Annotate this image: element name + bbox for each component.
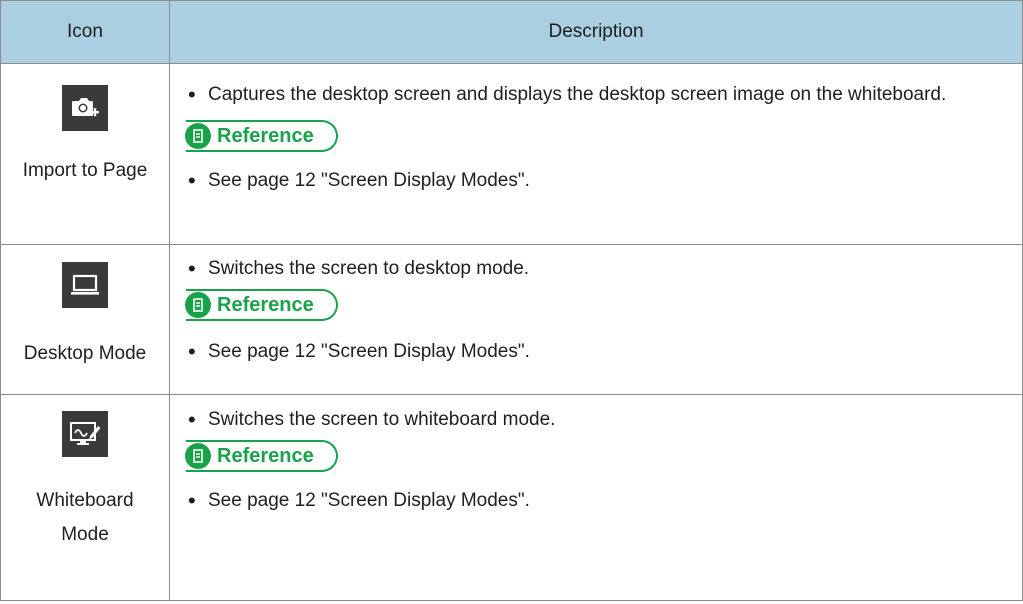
description-text: Captures the desktop screen and displays… (208, 84, 947, 105)
reference-badge: Reference (185, 289, 338, 321)
reference-badge: Reference (185, 440, 338, 472)
description-bullet: • Switches the screen to whiteboard mode… (188, 403, 1022, 436)
icon-label: Import to Page (22, 160, 148, 181)
reference-bullet: • See page 12 "Screen Display Modes". (188, 484, 1022, 517)
table-header-row: Icon Description (0, 0, 1023, 64)
reference-label: Reference (217, 293, 314, 316)
icon-cell: Whiteboard Mode (0, 394, 170, 601)
icon-label-line-2: Mode (61, 524, 109, 545)
description-text: Switches the screen to whiteboard mode. (208, 409, 556, 430)
description-cell: • Switches the screen to desktop mode. R… (169, 244, 1023, 395)
reference-bullet: • See page 12 "Screen Display Modes". (188, 335, 1022, 368)
description-cell: • Captures the desktop screen and displa… (169, 63, 1023, 245)
description-column-header: Description (169, 0, 1023, 64)
reference-icon (185, 123, 211, 149)
icon-label: Desktop Mode (23, 343, 147, 364)
whiteboard-pen-icon (62, 411, 108, 457)
icon-column-header: Icon (0, 0, 170, 64)
camera-plus-icon (62, 85, 108, 131)
reference-text: See page 12 "Screen Display Modes". (208, 170, 530, 191)
table-row: Import to Page • Captures the desktop sc… (0, 63, 1023, 245)
description-bullet: • Captures the desktop screen and displa… (188, 78, 1022, 111)
reference-label: Reference (217, 444, 314, 467)
laptop-icon (62, 262, 108, 308)
icon-label-line-1: Whiteboard (36, 490, 134, 511)
reference-bullet: • See page 12 "Screen Display Modes". (188, 164, 1022, 197)
reference-text: See page 12 "Screen Display Modes". (208, 341, 530, 362)
reference-icon (185, 292, 211, 318)
icon-cell: Import to Page (0, 63, 170, 245)
description-cell: • Switches the screen to whiteboard mode… (169, 394, 1023, 601)
reference-badge: Reference (185, 120, 338, 152)
reference-label: Reference (217, 124, 314, 147)
icon-description-table: Icon Description Import to Page • Captur… (0, 0, 1023, 601)
table-row: Desktop Mode • Switches the screen to de… (0, 244, 1023, 395)
icon-cell: Desktop Mode (0, 244, 170, 395)
description-text: Switches the screen to desktop mode. (208, 258, 530, 279)
reference-icon (185, 443, 211, 469)
description-bullet: • Switches the screen to desktop mode. (188, 252, 1022, 285)
reference-text: See page 12 "Screen Display Modes". (208, 490, 530, 511)
table-row: Whiteboard Mode • Switches the screen to… (0, 394, 1023, 601)
